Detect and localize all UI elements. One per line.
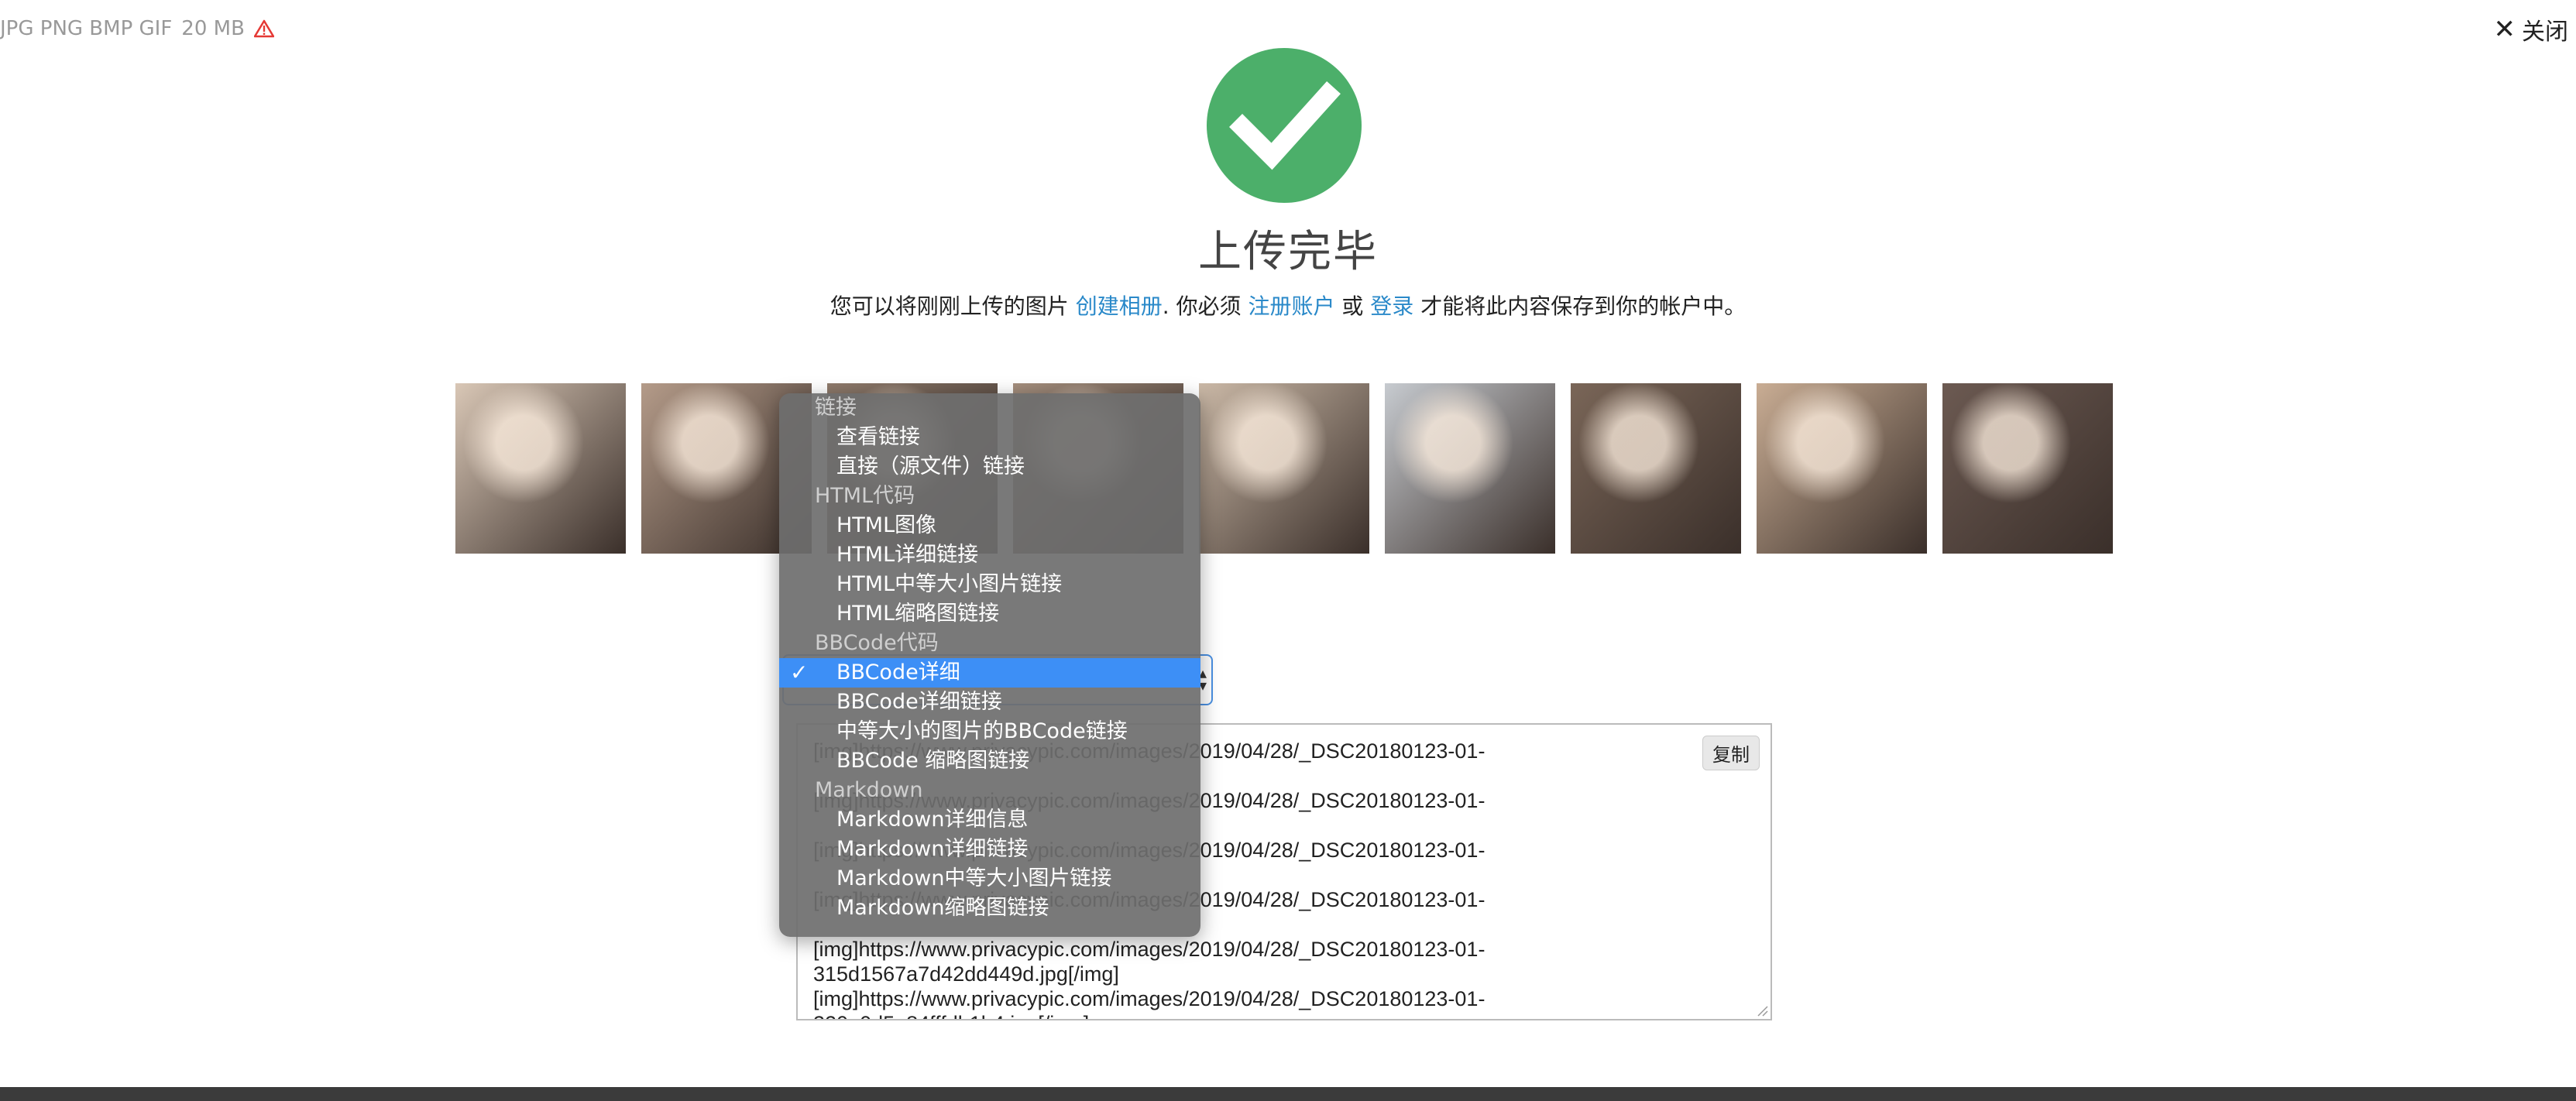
upload-complete-message: 您可以将刚刚上传的图片 创建相册. 你必须 注册账户 或 登录 才能将此内容保存…	[0, 290, 2576, 321]
embed-code-dropdown[interactable]: 链接查看链接直接（源文件）链接 HTML代码 HTML图像 HTML详细链接 HTML中…	[779, 393, 1200, 937]
textarea-line: 320a0d5a84fffdb1b4.jpg[/img]	[813, 1011, 1485, 1019]
message-middle: . 你必须	[1162, 293, 1242, 319]
register-link[interactable]: 注册账户	[1248, 293, 1334, 319]
dropdown-option-label: Markdown中等大小图片链接	[836, 866, 1112, 890]
dropdown-group-label: 链接	[815, 396, 857, 420]
textarea-line: 315d1567a7d42dd449d.jpg[/img]	[813, 962, 1119, 986]
close-icon: ✕	[2493, 14, 2516, 45]
dropdown-option[interactable]: Markdown详细信息	[779, 805, 1200, 835]
textarea-line: [img]https://www.privacypic.com/images/2…	[813, 938, 1485, 961]
create-album-link[interactable]: 创建相册	[1076, 293, 1163, 319]
dropdown-option[interactable]: 直接（源文件）链接	[779, 452, 1200, 482]
dropdown-option[interactable]: HTML缩略图链接	[779, 599, 1200, 629]
dropdown-option-label: Markdown详细信息	[836, 808, 1029, 832]
login-link[interactable]: 登录	[1370, 293, 1413, 319]
dropdown-option-label: BBCode 缩略图链接	[836, 749, 1030, 773]
dropdown-option-label: BBCode详细	[836, 660, 960, 684]
dropdown-group-label: Markdown	[815, 778, 923, 802]
success-check-icon	[1207, 48, 1362, 203]
dropdown-option[interactable]: 查看链接	[779, 423, 1200, 452]
message-prefix: 您可以将刚刚上传的图片	[829, 293, 1069, 319]
allowed-formats: JPG PNG BMP GIF 20 MB	[0, 17, 274, 40]
dropdown-option-label: 直接（源文件）链接	[836, 454, 1025, 478]
dropdown-option[interactable]: BBCode详细链接	[779, 688, 1200, 717]
copy-button[interactable]: 复制	[1702, 736, 1760, 770]
dropdown-option[interactable]: HTML详细链接	[779, 540, 1200, 570]
thumbnail-9[interactable]	[1942, 383, 2113, 554]
dropdown-group-label: HTML代码	[815, 484, 915, 508]
message-suffix: 才能将此内容保存到你的帐户中。	[1420, 293, 1747, 319]
dropdown-option[interactable]: Markdown缩略图链接	[779, 893, 1200, 923]
dropdown-option-label: 查看链接	[836, 425, 920, 449]
thumbnail-6[interactable]	[1385, 383, 1555, 554]
close-button[interactable]: ✕ 关闭	[2494, 12, 2569, 46]
thumbnail-1[interactable]	[455, 383, 626, 554]
uploaded-thumbnails	[455, 383, 2113, 554]
textarea-line: [img]https://www.privacypic.com/images/2…	[813, 987, 1485, 1010]
dropdown-option-label: Markdown详细链接	[836, 837, 1029, 861]
dropdown-option[interactable]: BBCode 缩略图链接	[779, 746, 1200, 776]
thumbnail-7[interactable]	[1571, 383, 1741, 554]
max-size-label: 20 MB	[181, 17, 245, 40]
dropdown-option-label: HTML图像	[836, 513, 937, 537]
dropdown-option-label: HTML中等大小图片链接	[836, 572, 1063, 596]
upload-complete-title: 上传完毕	[1198, 227, 1378, 277]
message-or: 或	[1341, 293, 1364, 319]
dropdown-option[interactable]: ✓ BBCode详细	[779, 658, 1200, 688]
dropdown-option-label: 中等大小的图片的BBCode链接	[836, 719, 1128, 743]
formats-label: JPG PNG BMP GIF	[0, 17, 173, 40]
dropdown-option[interactable]: 中等大小的图片的BBCode链接	[779, 717, 1200, 746]
footer-bar	[0, 1087, 2576, 1101]
dropdown-option-label: HTML详细链接	[836, 543, 979, 567]
thumbnail-8[interactable]	[1757, 383, 1927, 554]
check-icon: ✓	[790, 660, 809, 685]
dropdown-option[interactable]: Markdown中等大小图片链接	[779, 864, 1200, 893]
dropdown-option[interactable]: HTML图像	[779, 511, 1200, 540]
dropdown-option[interactable]: Markdown详细链接	[779, 835, 1200, 864]
dropdown-option[interactable]: HTML中等大小图片链接	[779, 570, 1200, 599]
resize-grip-icon[interactable]	[1755, 1003, 1769, 1017]
dropdown-option-label: HTML缩略图链接	[836, 602, 1000, 626]
warning-icon	[253, 19, 274, 38]
thumbnail-5[interactable]	[1199, 383, 1369, 554]
close-label: 关闭	[2522, 19, 2568, 46]
dropdown-option-label: Markdown缩略图链接	[836, 896, 1049, 920]
dropdown-option-label: BBCode详细链接	[836, 690, 1002, 714]
dropdown-group-label: BBCode代码	[815, 631, 939, 655]
